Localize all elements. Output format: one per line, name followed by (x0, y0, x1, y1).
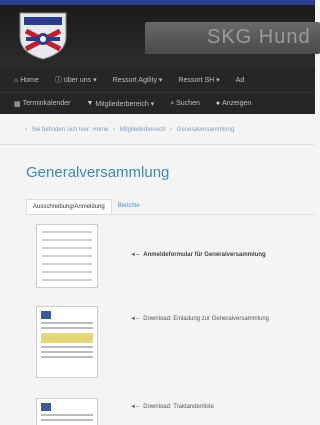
tab-ausschreibung[interactable]: Ausschreibung/Anmeldung (26, 199, 112, 214)
breadcrumb-arrow-icon: › (170, 127, 173, 133)
calendar-icon: ▦ (14, 100, 21, 108)
main-content: › Sie befinden sich hier: Home › Mitglie… (0, 114, 315, 425)
nav-label: Terminkalender (22, 100, 71, 107)
nav-item-mitgliederbereich[interactable]: ▼ Mitgliederbereich ▾ (86, 100, 154, 108)
search-icon: ⌕ (170, 99, 175, 107)
nav-label: über uns ▾ (63, 77, 97, 84)
divider (0, 144, 315, 145)
nav-label: Ad (235, 76, 245, 84)
banner-title: SKG Hund (207, 26, 311, 48)
nav-label: Home (20, 76, 39, 84)
nav-label: Mitgliederbereich ▾ (95, 100, 155, 108)
document-link[interactable]: ◄– Download: Einladung zur Generalversamm… (130, 316, 269, 322)
breadcrumb-prefix: Sie befinden sich hier: (31, 127, 91, 133)
nav-item-ueber-uns[interactable]: ⓘ über uns ▾ (55, 75, 97, 85)
nav-item-suchen[interactable]: ⌕ Suchen (170, 100, 200, 108)
arrow-left-icon: ◄– (130, 404, 140, 410)
nav-item-ressort-agility[interactable]: Ressort Agility ▾ (113, 76, 163, 84)
document-link[interactable]: ◄– Anmeldeformular für Generalversammlung (130, 252, 266, 258)
tab-berichte[interactable]: Berichte (112, 199, 146, 214)
arrow-left-icon: ◄– (130, 252, 140, 258)
document-thumbnail[interactable] (36, 306, 98, 378)
breadcrumb-arrow-icon: › (113, 127, 116, 133)
home-icon: ⌂ (14, 76, 19, 84)
breadcrumb: › Sie befinden sich hier: Home › Mitglie… (22, 127, 234, 133)
flag-icon: ● (215, 100, 221, 107)
site-header: SKG Hund (0, 5, 320, 68)
nav-item-ad[interactable]: Ad (236, 77, 245, 84)
nav-item-terminkalender[interactable]: ▦ Terminkalender (14, 100, 70, 108)
arrow-left-icon: ◄– (130, 316, 140, 322)
document-link[interactable]: ◄– Download: Traktandenliste (130, 404, 214, 410)
nav-item-anzeigen[interactable]: ● Anzeigen (216, 100, 251, 107)
filter-icon: ▼ (86, 100, 94, 107)
nav-label: Anzeigen (222, 100, 252, 107)
site-banner: SKG Hund (145, 22, 320, 54)
document-thumbnail[interactable] (36, 398, 98, 425)
info-icon: ⓘ (54, 77, 62, 84)
breadcrumb-item-mitgliederbereich[interactable]: Mitgliederbereich (120, 127, 166, 133)
breadcrumb-item-current: Generalversammlung (176, 127, 235, 133)
page-title: Generalversammlung (26, 164, 170, 181)
document-label: Download: Einladung zur Generalversammlu… (143, 316, 270, 322)
secondary-nav: ▦ Terminkalender ▼ Mitgliederbereich ▾ ⌕… (0, 92, 315, 114)
nav-item-home[interactable]: ⌂ Home (14, 77, 39, 84)
document-label: Download: Traktandenliste (143, 404, 214, 410)
nav-label: Suchen (176, 100, 200, 107)
club-logo[interactable] (14, 9, 72, 61)
tab-divider (26, 214, 315, 215)
document-thumbnail[interactable] (36, 224, 98, 288)
breadcrumb-item-home[interactable]: Home (92, 127, 108, 133)
breadcrumb-arrow-icon: › (25, 127, 27, 133)
document-label: Anmeldeformular für Generalversammlung (143, 252, 266, 258)
nav-label: Ressort SH ▾ (178, 77, 220, 84)
tab-bar: Ausschreibung/Anmeldung Berichte (26, 199, 146, 214)
nav-item-ressort-sh[interactable]: Ressort SH ▾ (178, 76, 219, 84)
primary-nav: ⌂ Home ⓘ über uns ▾ Ressort Agility ▾ Re… (0, 68, 315, 92)
nav-label: Ressort Agility ▾ (112, 77, 163, 84)
